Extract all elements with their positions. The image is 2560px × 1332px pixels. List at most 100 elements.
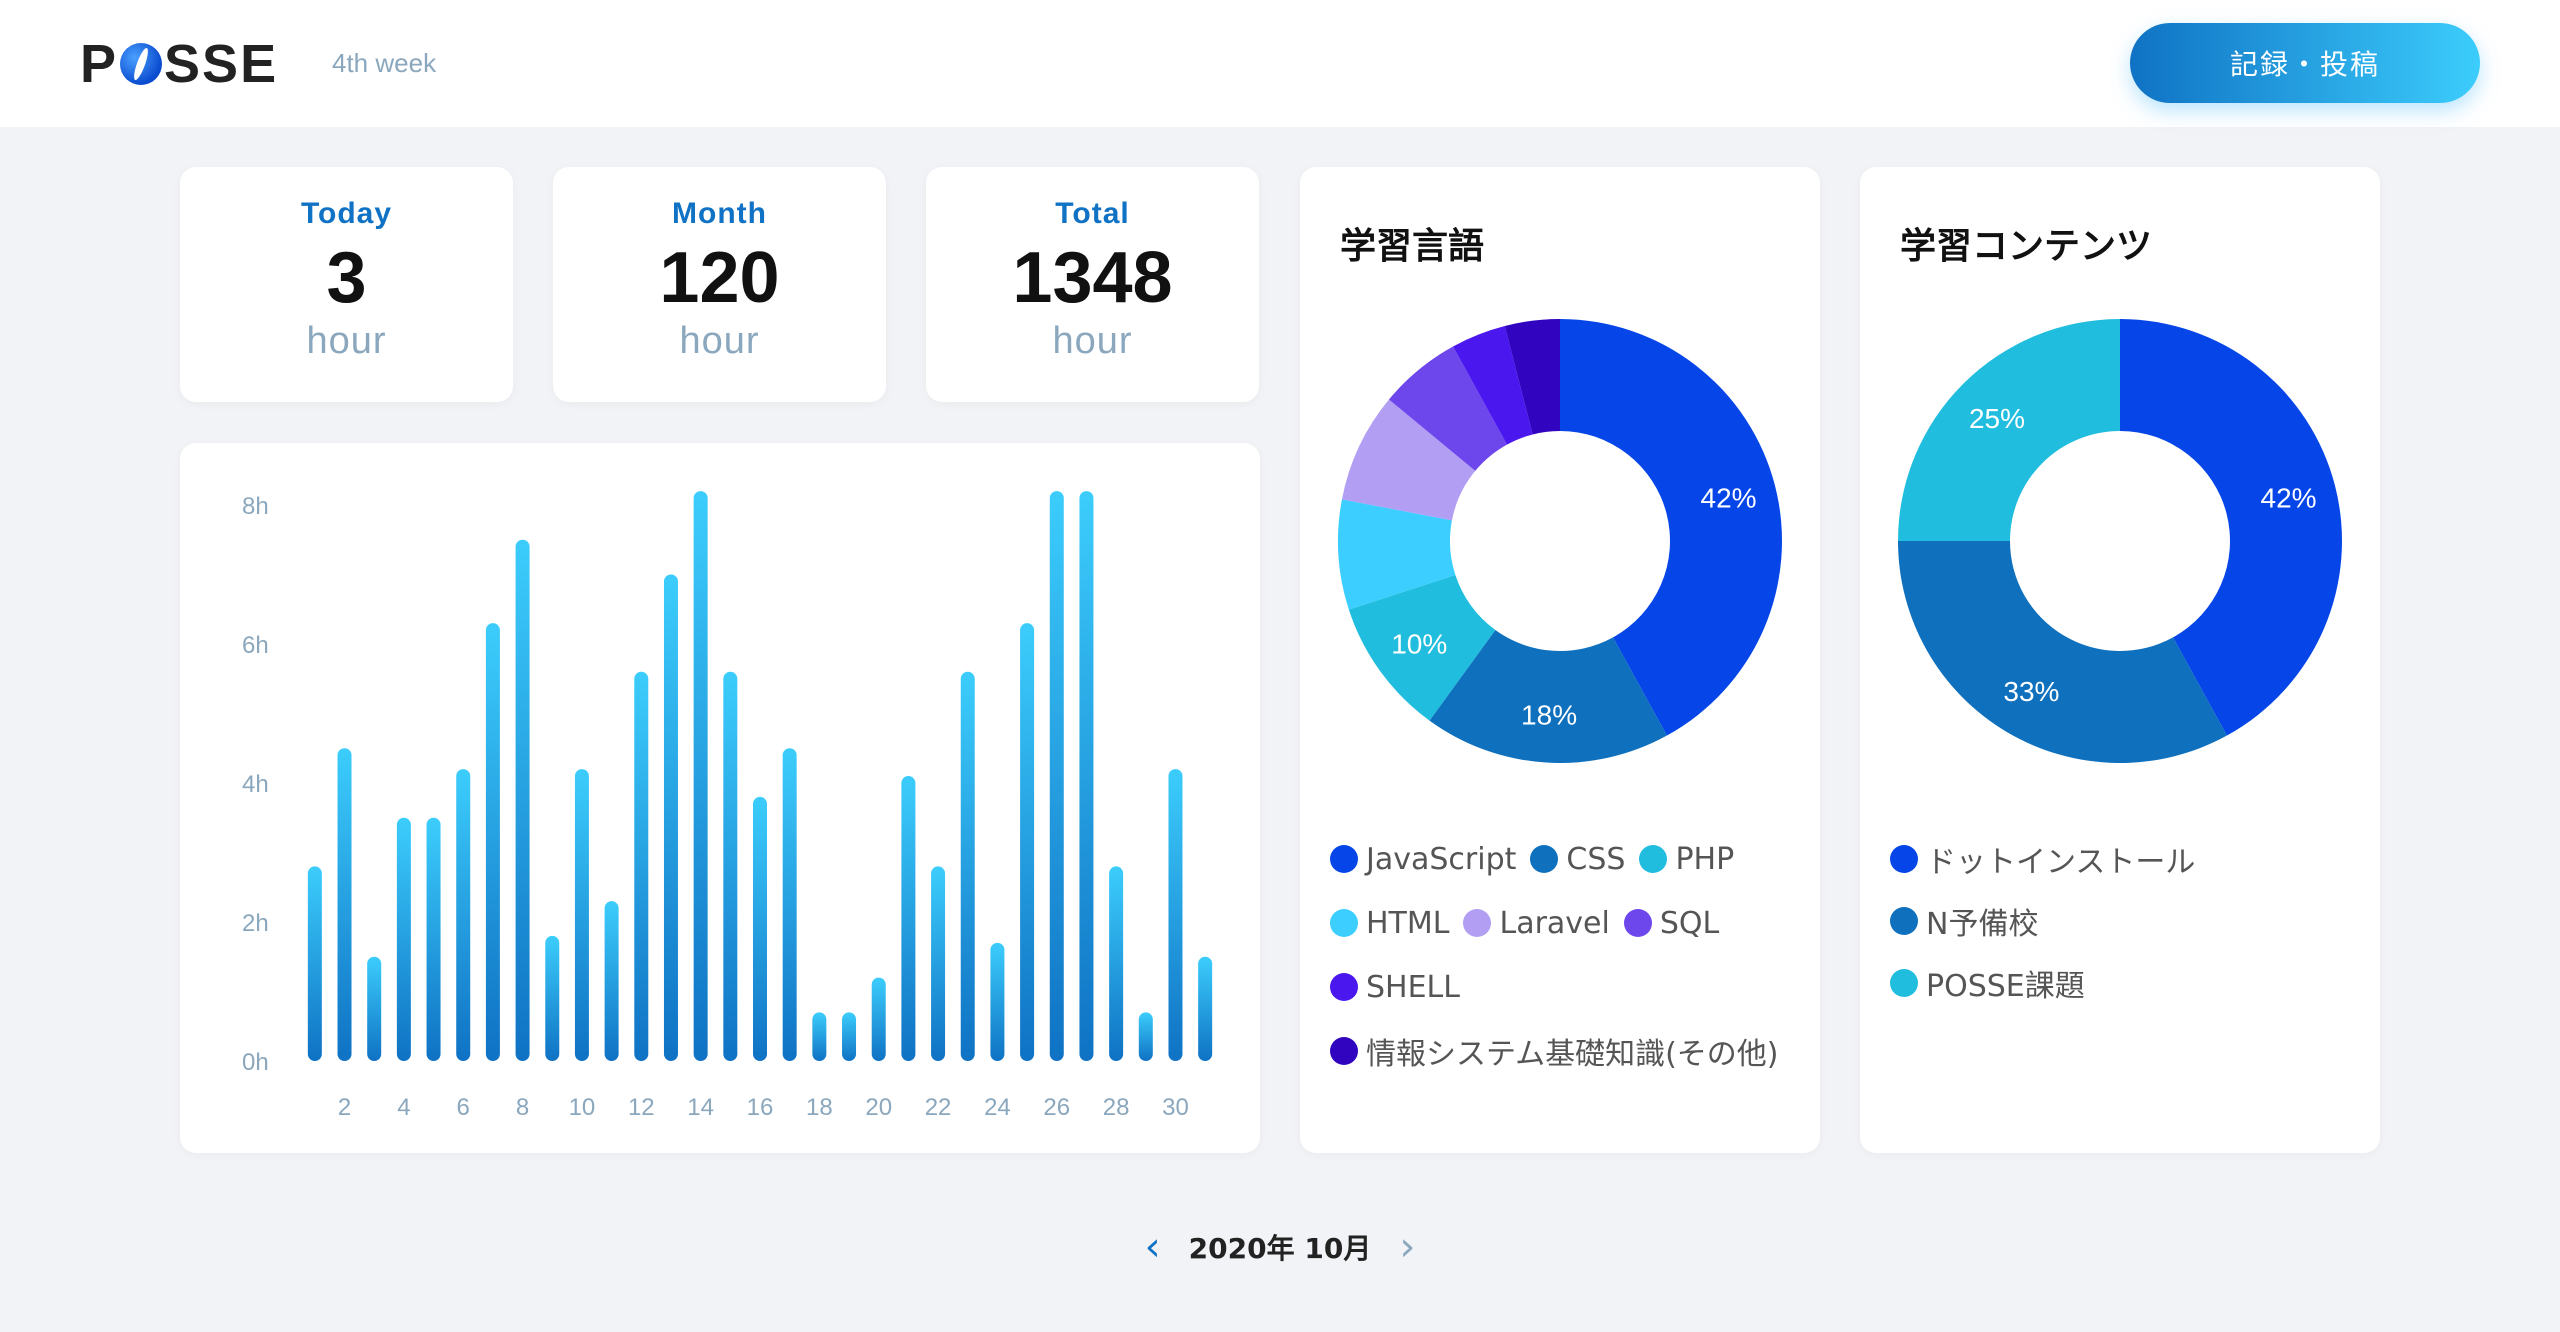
legend-dot-icon (1530, 845, 1559, 873)
stat-label: Month (672, 197, 767, 230)
x-tick-label: 2 (338, 1094, 351, 1121)
legend-label: 情報システム基礎知識(その他) (1366, 1037, 1779, 1072)
posse-logo[interactable]: P SSE (80, 34, 278, 94)
legend-item: JavaScript (1330, 837, 1516, 881)
daily-hours-bar-chart: 0h2h4h6h8h2 4 6 8 10 12 14 16 18 20 22 24 26 28 30 (242, 491, 1213, 1121)
month-pager: ‹ 2020年 10月 › (1140, 1222, 1420, 1272)
x-tick-label: 20 (865, 1094, 892, 1121)
bar-day-31 (1198, 956, 1213, 1061)
legend-label: HTML (1366, 905, 1450, 941)
slice-percent-label: 25% (1969, 403, 2025, 434)
x-tick-label: 4 (397, 1094, 410, 1121)
y-tick-label: 2h (242, 910, 269, 937)
x-tick-label: 16 (747, 1094, 774, 1121)
legend-item: SQL (1623, 901, 1720, 945)
slice-percent-label: 10% (1391, 628, 1447, 659)
week-label: 4th week (332, 48, 437, 78)
bar-day-19 (842, 1012, 857, 1061)
bar-day-28 (1109, 866, 1124, 1061)
legend-dot-icon (1330, 909, 1358, 937)
stat-value: 120 (659, 238, 780, 318)
x-tick-label: 10 (569, 1094, 596, 1121)
stat-unit: hour (1052, 320, 1133, 363)
legend-dot-icon (1330, 973, 1358, 1001)
bar-day-22 (931, 866, 946, 1061)
legend-item: POSSE課題 (1890, 961, 2360, 1005)
bar-day-6 (456, 769, 471, 1061)
bar-day-11 (604, 901, 619, 1061)
slice-percent-label: 33% (2003, 676, 2059, 707)
slice-percent-label: 42% (1701, 483, 1757, 514)
legend-label: Laravel (1499, 905, 1610, 941)
legend-item: ドットインストール (1890, 837, 2360, 881)
header: P SSE 4th week 記録・投稿 (0, 0, 2560, 127)
prev-month-chevron-icon[interactable]: ‹ (1145, 1227, 1161, 1267)
bar-day-27 (1079, 491, 1094, 1062)
legend-dot-icon (1890, 907, 1918, 935)
bar-day-21 (901, 776, 916, 1061)
slice-percent-label: 18% (1521, 700, 1577, 731)
bar-day-29 (1138, 1012, 1153, 1061)
bar-day-25 (1020, 623, 1035, 1061)
logo-text-right: SSE (164, 34, 279, 94)
bar-day-17 (782, 748, 797, 1061)
legend-label: ドットインストール (1926, 845, 2196, 880)
bar-day-3 (367, 956, 382, 1061)
x-tick-label: 24 (984, 1094, 1011, 1121)
bar-day-5 (426, 817, 441, 1061)
y-tick-label: 6h (242, 632, 269, 659)
next-month-chevron-icon[interactable]: › (1399, 1227, 1415, 1267)
bar-day-26 (1049, 491, 1064, 1062)
stat-unit: hour (306, 320, 387, 363)
bar-day-13 (663, 574, 678, 1061)
x-tick-label: 28 (1103, 1094, 1130, 1121)
x-tick-label: 8 (516, 1094, 529, 1121)
legend-dot-icon (1463, 909, 1492, 937)
stat-unit: hour (679, 320, 760, 363)
legend-dot-icon (1330, 1037, 1358, 1065)
stat-card-today: Today 3 hour (180, 167, 513, 402)
legend-label: JavaScript (1366, 841, 1517, 877)
logo-o-icon (120, 43, 163, 85)
language-chart-card: 学習言語 42% 18% 10% JavaScript CSS PHP HTML Larav… (1300, 167, 1820, 1153)
legend-dot-icon (1330, 845, 1358, 873)
stat-label: Today (300, 197, 393, 230)
bar-day-24 (990, 942, 1005, 1061)
stat-card-total: Total 1348 hour (926, 167, 1259, 402)
legend-dot-icon (1890, 845, 1918, 873)
x-tick-label: 6 (457, 1094, 470, 1121)
content-donut-chart: 42% 33% 25% (1898, 319, 2342, 764)
x-tick-label: 30 (1162, 1094, 1189, 1121)
language-legend: JavaScript CSS PHP HTML Laravel SQL SHELL 情報システ… (1330, 837, 1800, 1073)
legend-label: N予備校 (1926, 907, 2039, 942)
bar-day-4 (396, 817, 411, 1061)
current-month: 2020年 10月 (1188, 1232, 1372, 1265)
slice-1 (1898, 541, 2227, 764)
stat-value: 3 (326, 238, 367, 318)
bar-day-16 (753, 796, 767, 1061)
legend-label: CSS (1566, 841, 1626, 877)
bar-day-8 (515, 539, 530, 1061)
bar-day-18 (812, 1012, 827, 1061)
legend-item: CSS (1530, 837, 1625, 881)
y-tick-label: 0h (242, 1049, 269, 1076)
daily-hours-chart-card: 0h 2h 4h 6h 8h 2 4 6 8 10 12 14 16 18 20 22 24 26 28 30 (180, 443, 1260, 1153)
legend-item: N予備校 (1890, 899, 2360, 943)
x-tick-label: 18 (806, 1094, 833, 1121)
slice-percent-label: 42% (2261, 483, 2317, 514)
bar-day-9 (545, 935, 560, 1061)
x-tick-label: 14 (687, 1094, 714, 1121)
bar-day-23 (960, 671, 975, 1061)
legend-item: HTML (1330, 901, 1449, 945)
legend-label: SQL (1659, 905, 1720, 941)
record-post-button[interactable]: 記録・投稿 (2130, 23, 2480, 103)
legend-label: POSSE課題 (1926, 969, 2085, 1004)
bar-day-14 (693, 491, 708, 1062)
bar-day-12 (634, 671, 649, 1061)
x-tick-label: 22 (925, 1094, 952, 1121)
content-chart-card: 学習コンテンツ 42% 33% 25% ドットインストール N予備校 POSSE課題 (1860, 167, 2380, 1153)
x-tick-label: 12 (628, 1094, 655, 1121)
bar-day-1 (307, 866, 322, 1061)
y-tick-label: 4h (242, 771, 269, 798)
legend-dot-icon (1623, 909, 1652, 937)
